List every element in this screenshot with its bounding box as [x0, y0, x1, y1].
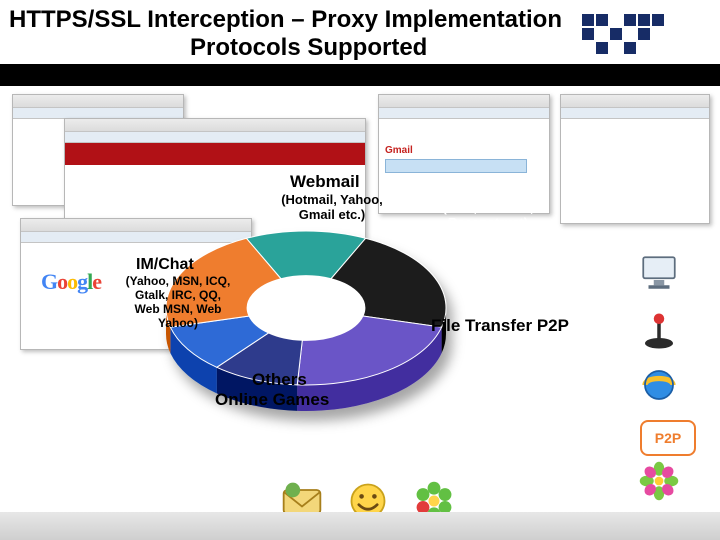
label-games: Online Games [215, 390, 329, 410]
label-others: Others [252, 370, 307, 390]
p2p-icon: P2P [640, 420, 696, 456]
screenshot-gmail-login [560, 94, 710, 224]
joystick-icon [638, 310, 680, 352]
header-blackbar [0, 64, 720, 86]
ie-icon [638, 364, 680, 406]
google-logo: Google [41, 269, 101, 295]
label-filetransfer: File Transfer P2P [430, 316, 570, 336]
flower-icon [638, 460, 680, 502]
label-imchat-sub: (Yahoo, MSN, ICQ, Gtalk, IRC, QQ, Web MS… [122, 274, 234, 330]
label-imchat: IM/Chat [136, 256, 194, 274]
slide-title-line1: HTTPS/SSL Interception – Proxy Implement… [9, 6, 562, 34]
label-http: HTTP [455, 182, 499, 202]
footer-bar [0, 512, 720, 540]
slide-root: HTTPS/SSL Interception – Proxy Implement… [0, 0, 720, 540]
monitor-icon [638, 252, 680, 294]
label-webmail: Webmail [290, 172, 360, 192]
label-http-sub: (Link, Content, Reconstruct) [413, 200, 563, 230]
gmail-logo-text: Gmail [385, 145, 413, 156]
title-bar: HTTPS/SSL Interception – Proxy Implement… [0, 0, 720, 84]
slide-title-line2: Protocols Supported [190, 34, 427, 62]
label-webmail-sub: (Hotmail, Yahoo, Gmail etc.) [262, 192, 402, 222]
decorative-squares [582, 14, 702, 64]
